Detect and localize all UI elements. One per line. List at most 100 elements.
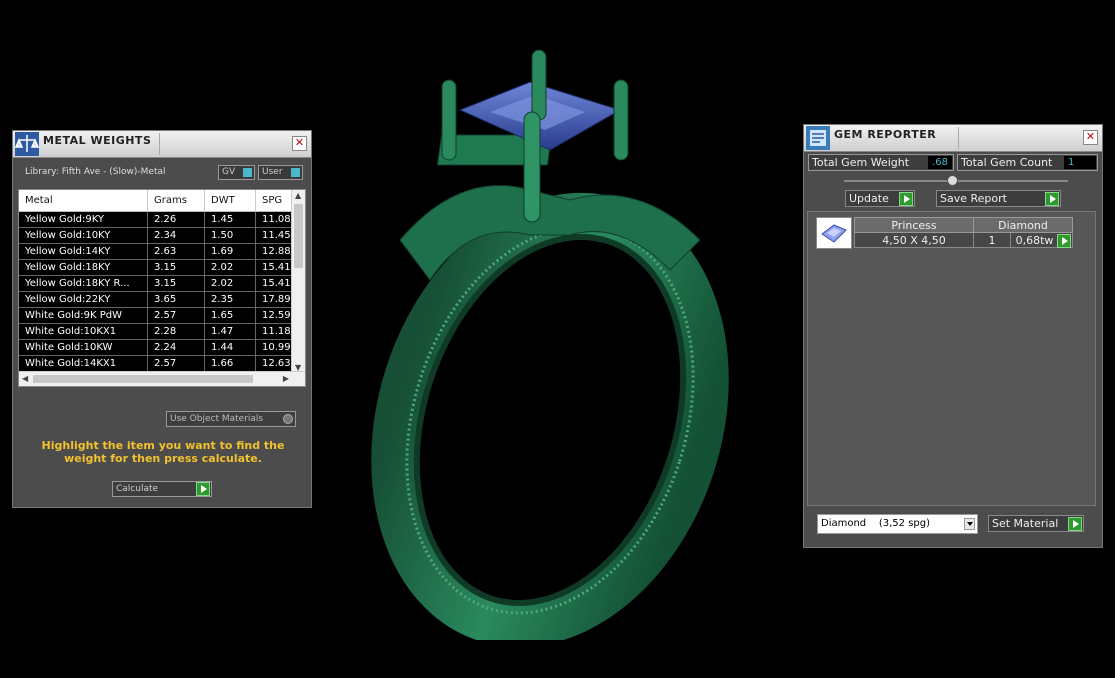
table-row[interactable]: White Gold:10KX1 2.28 1.47 11.18	[19, 323, 299, 340]
column-header-dwt[interactable]: DWT	[204, 190, 256, 212]
metal-weights-titlebar[interactable]: METAL WEIGHTS ✕	[13, 131, 311, 158]
column-header-metal[interactable]: Metal	[19, 190, 148, 212]
play-icon[interactable]	[1057, 234, 1071, 248]
ring-3d-model[interactable]	[340, 40, 770, 640]
table-row[interactable]: Yellow Gold:10KY 2.34 1.50 11.45	[19, 227, 299, 244]
metal-name: Yellow Gold:18KY	[19, 259, 148, 276]
instruction-text: Highlight the item you want to find the …	[41, 439, 285, 465]
gem-report-list[interactable]: Princess Diamond 4,50 X 4,50 1 0,68tw	[807, 211, 1096, 506]
gem-row-header: Princess Diamond	[854, 217, 1073, 233]
metal-name: Yellow Gold:22KY	[19, 291, 148, 308]
dwt-value: 1.65	[204, 307, 256, 324]
gem-shape: Princess	[854, 217, 974, 233]
toggle-indicator-icon	[291, 168, 300, 177]
grams-value: 2.34	[147, 227, 205, 244]
gem-material: Diamond	[973, 217, 1073, 233]
column-header-grams[interactable]: Grams	[147, 190, 205, 212]
play-icon[interactable]	[1068, 517, 1082, 531]
gem-weight: 0,68tw	[1015, 233, 1054, 247]
update-button[interactable]: Update	[845, 190, 915, 207]
panel-title: GEM REPORTER	[834, 128, 937, 141]
metal-name: Yellow Gold:9KY	[19, 211, 148, 228]
table-header-row: Metal Grams DWT SPG	[19, 190, 299, 212]
grams-value: 2.28	[147, 323, 205, 340]
gv-toggle[interactable]: GV	[218, 165, 255, 180]
gem-thumbnail[interactable]	[816, 217, 852, 249]
dwt-value: 1.47	[204, 323, 256, 340]
grams-value: 2.63	[147, 243, 205, 260]
metal-name: Yellow Gold:14KY	[19, 243, 148, 260]
metal-weights-panel: METAL WEIGHTS ✕ Library: Fifth Ave - (Sl…	[12, 130, 312, 508]
set-material-button[interactable]: Set Material	[988, 515, 1084, 532]
metal-name: White Gold:10KW	[19, 339, 148, 356]
scale-icon	[15, 132, 39, 156]
scroll-right-icon[interactable]: ▶	[283, 374, 289, 383]
scroll-left-icon[interactable]: ◀	[22, 374, 28, 383]
dwt-value: 1.44	[204, 339, 256, 356]
scrollbar-thumb[interactable]	[33, 375, 253, 383]
title-divider	[958, 127, 959, 149]
set-material-label: Set Material	[992, 517, 1059, 530]
dwt-value: 2.02	[204, 259, 256, 276]
vertical-scrollbar[interactable]: ▲ ▼	[291, 190, 305, 373]
grams-value: 2.57	[147, 307, 205, 324]
table-row[interactable]: White Gold:10KW 2.24 1.44 10.99	[19, 339, 299, 356]
table-row[interactable]: Yellow Gold:9KY 2.26 1.45 11.08	[19, 211, 299, 228]
gv-toggle-label: GV	[222, 167, 236, 177]
metal-name: White Gold:9K PdW	[19, 307, 148, 324]
total-gem-weight-field: Total Gem Weight .68	[808, 154, 954, 171]
grams-value: 2.26	[147, 211, 205, 228]
play-icon[interactable]	[1045, 192, 1059, 206]
dwt-value: 1.45	[204, 211, 256, 228]
close-icon[interactable]: ✕	[1083, 130, 1098, 145]
total-gem-count-value: 1	[1064, 156, 1096, 169]
dwt-value: 2.02	[204, 275, 256, 292]
metal-weights-table[interactable]: Metal Grams DWT SPG Yellow Gold:9KY 2.26 1…	[18, 189, 306, 387]
scroll-up-icon[interactable]: ▲	[295, 191, 301, 200]
total-gem-count-label: Total Gem Count	[961, 156, 1053, 169]
table-row[interactable]: Yellow Gold:14KY 2.63 1.69 12.88	[19, 243, 299, 260]
horizontal-scrollbar[interactable]: ◀ ▶	[19, 371, 305, 386]
radio-icon[interactable]	[283, 414, 293, 424]
dwt-value: 1.66	[204, 355, 256, 372]
gem-table[interactable]: Princess Diamond 4,50 X 4,50 1 0,68tw	[854, 217, 1073, 248]
slider-handle[interactable]	[947, 175, 958, 186]
table-row[interactable]: Yellow Gold:18KY R... 3.15 2.02 15.41	[19, 275, 299, 292]
material-select[interactable]: Diamond (3,52 spg)	[817, 514, 978, 534]
dwt-value: 1.50	[204, 227, 256, 244]
use-object-materials-label: Use Object Materials	[170, 414, 264, 424]
scrollbar-thumb[interactable]	[294, 204, 303, 268]
grams-value: 2.57	[147, 355, 205, 372]
user-toggle[interactable]: User	[258, 165, 303, 180]
metal-name: White Gold:14KX1	[19, 355, 148, 372]
play-icon[interactable]	[899, 192, 913, 206]
grams-value: 2.24	[147, 339, 205, 356]
update-label: Update	[849, 192, 889, 205]
user-toggle-label: User	[262, 167, 283, 177]
gem-reporter-titlebar[interactable]: GEM REPORTER ✕	[804, 125, 1102, 152]
close-icon[interactable]: ✕	[292, 136, 307, 151]
calculate-label: Calculate	[116, 484, 159, 494]
save-report-button[interactable]: Save Report	[936, 190, 1061, 207]
total-gem-weight-value: .68	[928, 156, 952, 169]
dwt-value: 1.69	[204, 243, 256, 260]
table-row[interactable]: Yellow Gold:18KY 3.15 2.02 15.41	[19, 259, 299, 276]
grams-value: 3.65	[147, 291, 205, 308]
metal-name: White Gold:10KX1	[19, 323, 148, 340]
material-select-value: Diamond (3,52 spg)	[821, 518, 931, 529]
title-divider	[159, 133, 160, 155]
calculate-button[interactable]: Calculate	[112, 481, 212, 497]
grams-value: 3.15	[147, 259, 205, 276]
table-row[interactable]: White Gold:9K PdW 2.57 1.65 12.59	[19, 307, 299, 324]
metal-name: Yellow Gold:10KY	[19, 227, 148, 244]
chevron-down-icon[interactable]	[964, 518, 975, 530]
play-icon[interactable]	[196, 482, 210, 496]
grams-value: 3.15	[147, 275, 205, 292]
table-row[interactable]: Yellow Gold:22KY 3.65 2.35 17.89	[19, 291, 299, 308]
metal-name: Yellow Gold:18KY R...	[19, 275, 148, 292]
table-row[interactable]: White Gold:14KX1 2.57 1.66 12.63	[19, 355, 299, 372]
total-gem-weight-label: Total Gem Weight	[812, 156, 910, 169]
dwt-value: 2.35	[204, 291, 256, 308]
gem-row-data[interactable]: 4,50 X 4,50 1 0,68tw	[854, 232, 1073, 248]
use-object-materials-option[interactable]: Use Object Materials	[166, 411, 296, 427]
